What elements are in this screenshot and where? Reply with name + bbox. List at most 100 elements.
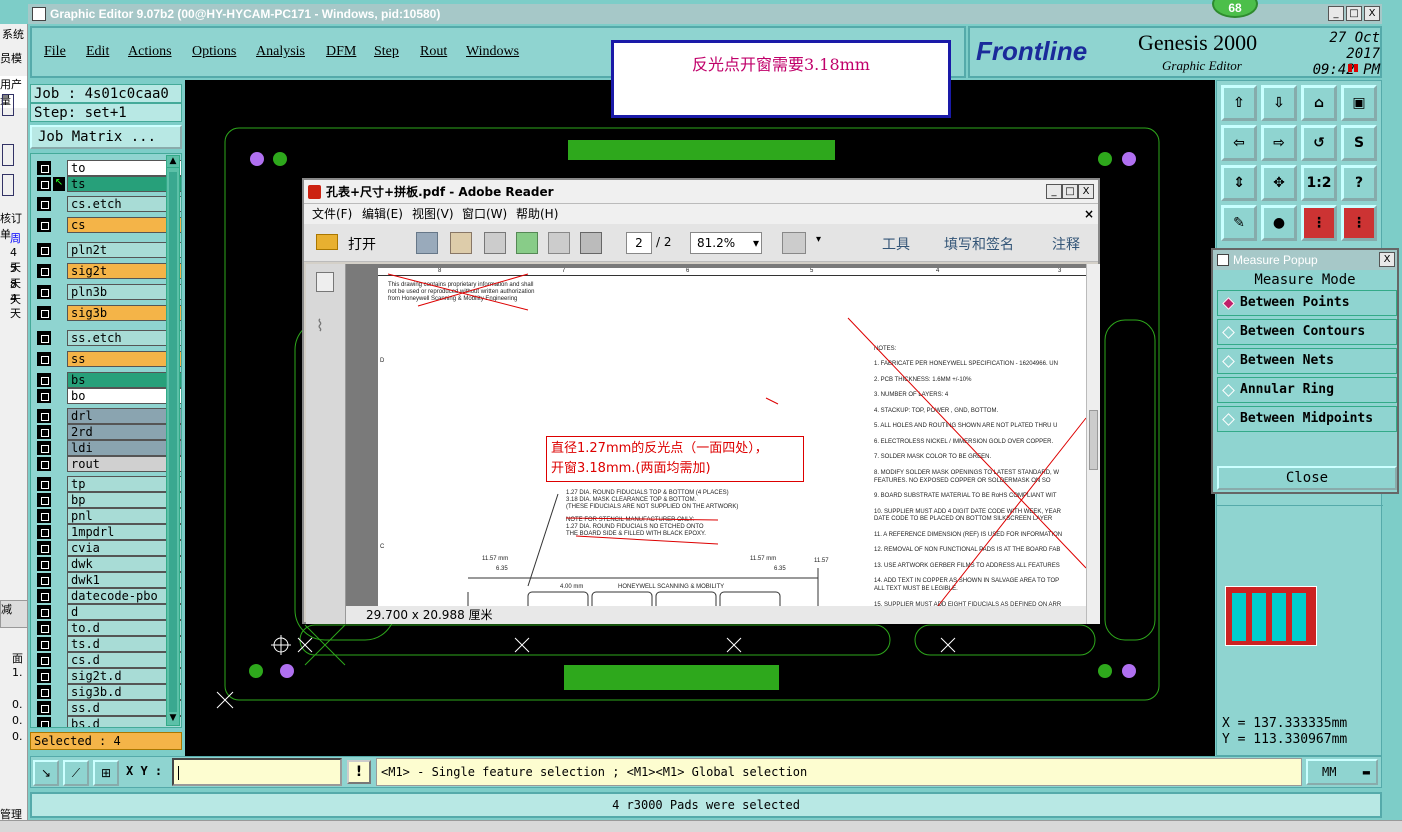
- layer-row[interactable]: pln3b: [35, 284, 181, 300]
- upload-icon[interactable]: [516, 232, 538, 254]
- layer-name[interactable]: pln3b: [67, 284, 181, 300]
- layer-name[interactable]: cs: [67, 217, 181, 233]
- pdf-menu-edit[interactable]: 编辑(E): [362, 204, 403, 224]
- net-highlight-icon[interactable]: ⋮: [1341, 205, 1377, 241]
- layer-checkbox[interactable]: [37, 373, 51, 387]
- layer-checkbox[interactable]: [37, 352, 51, 366]
- layer-checkbox[interactable]: [37, 389, 51, 403]
- measure-icon[interactable]: ●: [1261, 205, 1297, 241]
- move-icon[interactable]: ✥: [1261, 165, 1297, 201]
- layer-row[interactable]: cs: [35, 217, 181, 233]
- rotate-icon[interactable]: ↺: [1301, 125, 1337, 161]
- layer-name[interactable]: drl: [67, 408, 181, 424]
- layer-row[interactable]: bp: [35, 492, 181, 508]
- layer-checkbox[interactable]: [37, 177, 51, 191]
- measure-title-bar[interactable]: Measure Popup X: [1213, 250, 1397, 270]
- layer-row[interactable]: sig2t: [35, 263, 181, 279]
- snap-icon[interactable]: ⟋: [63, 760, 89, 786]
- layer-row[interactable]: cs.etch: [35, 196, 181, 212]
- pdf-doc-close-icon[interactable]: ×: [1084, 204, 1094, 224]
- layer-name[interactable]: to.d: [67, 620, 181, 636]
- job-matrix-button[interactable]: Job Matrix ...: [30, 125, 182, 149]
- fit-window-icon[interactable]: ▣: [1341, 85, 1377, 121]
- layer-checkbox[interactable]: [37, 589, 51, 603]
- bg-button[interactable]: [2, 144, 14, 166]
- bg-text[interactable]: 减: [0, 600, 27, 628]
- layer-checkbox[interactable]: [37, 685, 51, 699]
- page-number-input[interactable]: 2: [626, 232, 652, 254]
- layer-name[interactable]: ss: [67, 351, 181, 367]
- layer-name[interactable]: cs.etch: [67, 196, 181, 212]
- layer-row[interactable]: to: [35, 160, 181, 176]
- layer-list-scrollbar[interactable]: ▲ ▼: [166, 155, 180, 726]
- measure-close-icon[interactable]: X: [1379, 252, 1395, 267]
- pdf-tools-tab[interactable]: 工具: [882, 234, 910, 254]
- layer-row[interactable]: drl: [35, 408, 181, 424]
- layer-row[interactable]: bo: [35, 388, 181, 404]
- pan-right-icon[interactable]: ⇨: [1261, 125, 1297, 161]
- layer-name[interactable]: sig2t: [67, 263, 181, 279]
- between-contours-option[interactable]: Between Contours: [1217, 319, 1397, 345]
- layer-row[interactable]: sig3b.d: [35, 684, 181, 700]
- layer-checkbox[interactable]: [37, 441, 51, 455]
- menu-step[interactable]: Step: [374, 44, 399, 60]
- print-icon[interactable]: [580, 232, 602, 254]
- pdf-maximize-button[interactable]: □: [1062, 184, 1078, 199]
- layer-checkbox[interactable]: [37, 637, 51, 651]
- between-midpoints-option[interactable]: Between Midpoints: [1217, 406, 1397, 432]
- adobe-reader-window[interactable]: 孔表+尺寸+拼板.pdf - Adobe Reader _ □ X 文件(F) …: [302, 178, 1100, 624]
- layer-checkbox[interactable]: [37, 477, 51, 491]
- layer-name[interactable]: sig2t.d: [67, 668, 181, 684]
- layer-checkbox[interactable]: [37, 573, 51, 587]
- close-button[interactable]: X: [1364, 6, 1380, 21]
- layer-checkbox[interactable]: [37, 218, 51, 232]
- pdf-menu-window[interactable]: 窗口(W): [462, 204, 507, 224]
- pdf-menu-view[interactable]: 视图(V): [412, 204, 454, 224]
- layer-checkbox[interactable]: [37, 717, 51, 727]
- scale-button[interactable]: 1:2: [1301, 165, 1337, 201]
- menu-edit[interactable]: Edit: [86, 44, 109, 60]
- attachment-icon[interactable]: ⌇: [316, 316, 334, 335]
- help-button[interactable]: ?: [1341, 165, 1377, 201]
- layer-checkbox[interactable]: [37, 701, 51, 715]
- grid-icon[interactable]: ⊞: [93, 760, 119, 786]
- layer-name[interactable]: dwk: [67, 556, 181, 572]
- layer-row[interactable]: ss.etch: [35, 330, 181, 346]
- bg-button[interactable]: [2, 94, 14, 116]
- layer-row[interactable]: ts.d: [35, 636, 181, 652]
- layer-name[interactable]: to: [67, 160, 181, 176]
- pan-left-icon[interactable]: ⇦: [1221, 125, 1257, 161]
- layer-row[interactable]: sig3b: [35, 305, 181, 321]
- layer-name[interactable]: 1mpdrl: [67, 524, 181, 540]
- maximize-button[interactable]: □: [1346, 6, 1362, 21]
- menu-options[interactable]: Options: [192, 44, 236, 60]
- layer-name[interactable]: sig3b.d: [67, 684, 181, 700]
- zoom-select[interactable]: 81.2% ▾: [690, 232, 762, 254]
- pdf-scroll-thumb[interactable]: [1089, 410, 1098, 470]
- units-select[interactable]: MM ▬: [1306, 759, 1378, 785]
- net-icon[interactable]: ⋮: [1301, 205, 1337, 241]
- layer-checkbox[interactable]: [37, 457, 51, 471]
- layer-name[interactable]: tp: [67, 476, 181, 492]
- layer-row[interactable]: cvia: [35, 540, 181, 556]
- fullscreen-icon[interactable]: [782, 232, 806, 254]
- annular-ring-option[interactable]: Annular Ring: [1217, 377, 1397, 403]
- layer-name[interactable]: ts.d: [67, 636, 181, 652]
- palette-icon[interactable]: ✎: [1221, 205, 1257, 241]
- pdf-comment-tab[interactable]: 注释: [1052, 234, 1080, 254]
- pdf-open-button[interactable]: 打开: [348, 234, 376, 254]
- layer-name[interactable]: bs: [67, 372, 181, 388]
- layer-row[interactable]: rout: [35, 456, 181, 472]
- layer-row[interactable]: dwk1: [35, 572, 181, 588]
- layer-name[interactable]: ldi: [67, 440, 181, 456]
- layer-row[interactable]: to.d: [35, 620, 181, 636]
- layer-checkbox[interactable]: [37, 331, 51, 345]
- layer-checkbox[interactable]: [37, 264, 51, 278]
- layer-name[interactable]: cs.d: [67, 652, 181, 668]
- layer-name[interactable]: bo: [67, 388, 181, 404]
- layer-name[interactable]: ss.etch: [67, 330, 181, 346]
- home-icon[interactable]: ⌂: [1301, 85, 1337, 121]
- minimize-button[interactable]: _: [1328, 6, 1344, 21]
- layer-row[interactable]: ss.d: [35, 700, 181, 716]
- pdf-menu-file[interactable]: 文件(F): [312, 204, 352, 224]
